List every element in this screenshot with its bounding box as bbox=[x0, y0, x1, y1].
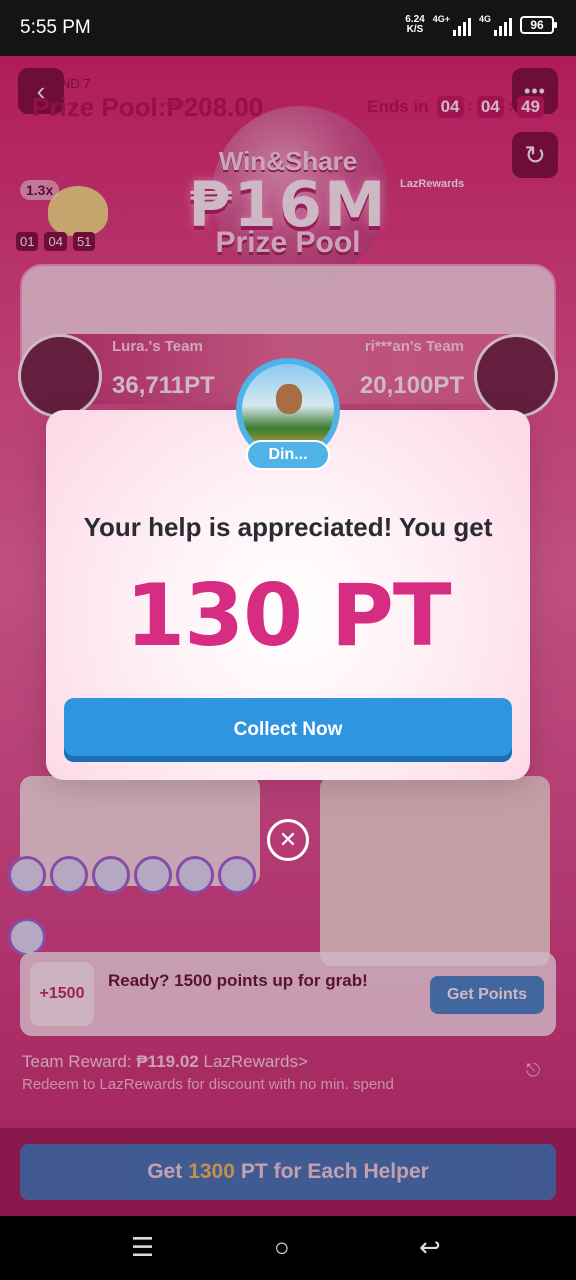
system-nav-bar: ☰ ○ ↩ bbox=[0, 1216, 576, 1280]
status-time: 5:55 PM bbox=[20, 17, 91, 38]
battery-icon: 96 bbox=[520, 16, 557, 34]
helper-name: Din... bbox=[246, 440, 330, 470]
status-icons: 6.24 K/S 4G+ 4G 96 bbox=[405, 14, 557, 36]
network-speed-unit: K/S bbox=[406, 24, 424, 35]
status-bar: 5:55 PM 6.24 K/S 4G+ 4G 96 bbox=[0, 0, 576, 56]
collect-now-button[interactable]: Collect Now bbox=[64, 698, 512, 762]
network-speed: 6.24 K/S bbox=[405, 15, 424, 35]
back-icon[interactable]: ↩ bbox=[419, 1232, 441, 1263]
sim2-label: 4G bbox=[478, 14, 491, 24]
close-dialog-button[interactable]: ✕ bbox=[267, 819, 309, 861]
close-circle-icon: ✕ bbox=[278, 827, 298, 852]
signal-icon-2: 4G bbox=[479, 14, 512, 36]
menu-icon[interactable]: ☰ bbox=[131, 1232, 154, 1263]
sim1-label: 4G+ bbox=[432, 14, 450, 24]
dialog-points: 130 PT bbox=[125, 566, 451, 666]
signal-icon: 4G+ bbox=[433, 14, 471, 36]
home-icon[interactable]: ○ bbox=[274, 1232, 290, 1263]
dialog-message: Your help is appreciated! You get bbox=[83, 512, 493, 542]
